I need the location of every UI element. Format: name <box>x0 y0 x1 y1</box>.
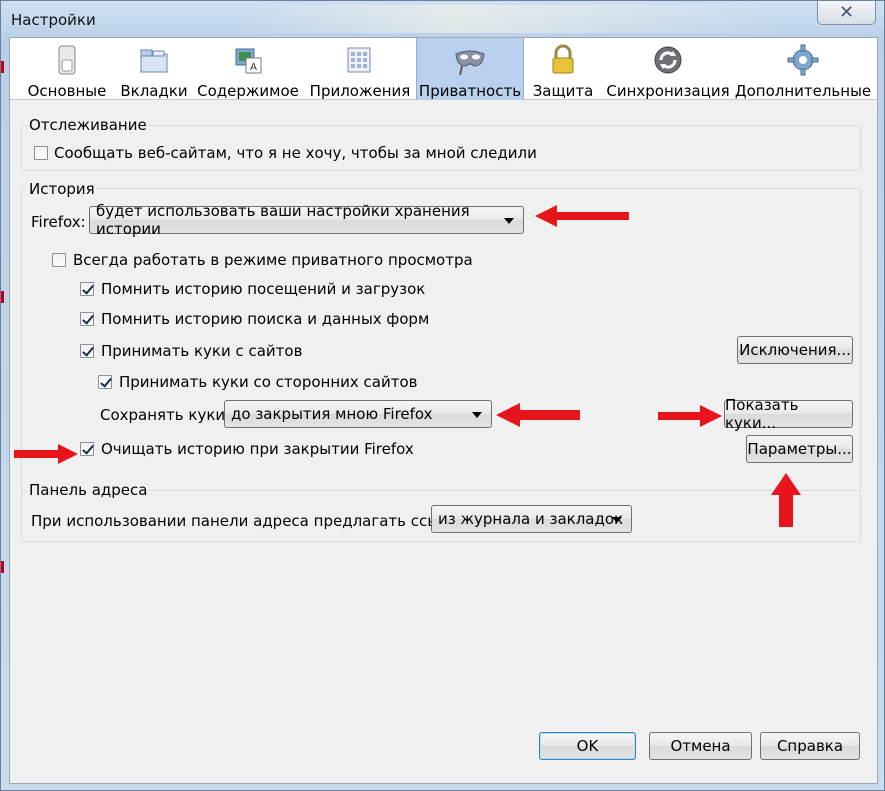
tab-label: Дополнительные <box>734 82 872 100</box>
suggest-select[interactable]: из журнала и закладок <box>431 505 632 533</box>
annotation-arrow-right <box>14 444 78 464</box>
tab-security[interactable]: Защита <box>530 38 596 100</box>
clear-on-close-label: Очищать историю при закрытии Firefox <box>101 440 414 458</box>
clear-on-close-checkbox[interactable] <box>80 442 94 456</box>
annotation-arrow-up <box>771 473 801 527</box>
firefox-label: Firefox: <box>31 213 86 231</box>
lock-icon <box>547 44 579 76</box>
chevron-down-icon <box>472 412 482 418</box>
history-group-title: История <box>27 180 97 198</box>
dnt-label: Сообщать веб-сайтам, что я не хочу, чтоб… <box>54 144 537 162</box>
edge-artifact <box>1 291 4 303</box>
gear-icon <box>787 44 819 76</box>
annotation-arrow-right <box>658 405 722 427</box>
window-title: Настройки <box>11 11 96 29</box>
tab-general[interactable]: Основные <box>22 38 112 100</box>
tab-privacy[interactable]: Приватность <box>416 38 524 100</box>
preferences-toolbar: Основные Вкладки A Содержимое Приложения… <box>10 38 877 100</box>
tab-advanced[interactable]: Дополнительные <box>734 38 872 100</box>
accept-cookies-checkbox[interactable] <box>80 344 94 358</box>
tab-sync[interactable]: Синхронизация <box>606 38 730 100</box>
remember-browsing-checkbox[interactable] <box>80 282 94 296</box>
history-mode-value: будет использовать ваши настройки хранен… <box>96 202 470 238</box>
suggest-value: из журнала и закладок <box>438 510 624 528</box>
keep-cookies-value: до закрытия мною Firefox <box>231 405 433 423</box>
remember-search-label: Помнить историю поиска и данных форм <box>101 310 430 328</box>
tabs-icon <box>138 44 170 76</box>
accept-cookies-label: Принимать куки с сайтов <box>101 342 303 360</box>
content-icon: A <box>232 44 264 76</box>
tab-label: Вкладки <box>120 82 188 100</box>
edge-artifact <box>1 61 4 73</box>
history-mode-select[interactable]: будет использовать ваши настройки хранен… <box>89 202 524 238</box>
tab-label: Защита <box>532 82 594 100</box>
show-cookies-button[interactable]: Показать куки... <box>724 396 853 432</box>
chevron-down-icon <box>612 517 622 523</box>
keep-cookies-select[interactable]: до закрытия мною Firefox <box>224 400 492 428</box>
mask-icon <box>454 44 486 76</box>
annotation-arrow-left <box>535 205 629 227</box>
dialog-client-area: Основные Вкладки A Содержимое Приложения… <box>9 37 878 784</box>
close-button[interactable]: ✕ <box>817 1 876 25</box>
exceptions-button[interactable]: Исключения... <box>737 336 853 364</box>
private-mode-label: Всегда работать в режиме приватного прос… <box>73 251 473 269</box>
applications-icon <box>344 44 376 76</box>
remember-search-checkbox[interactable] <box>80 312 94 326</box>
tab-label: Приватность <box>418 82 522 100</box>
private-mode-checkbox[interactable] <box>52 253 66 267</box>
svg-text:A: A <box>250 62 257 73</box>
tab-label: Синхронизация <box>606 82 730 100</box>
annotation-arrow-left <box>496 403 580 427</box>
edge-artifact <box>1 561 4 573</box>
dnt-checkbox[interactable] <box>34 146 48 160</box>
keep-cookies-label: Сохранять куки: <box>100 406 231 424</box>
chevron-down-icon <box>504 218 514 224</box>
switch-icon <box>51 44 83 76</box>
third-party-cookies-label: Принимать куки со сторонних сайтов <box>119 373 418 391</box>
title-bar: Настройки ✕ <box>1 1 884 37</box>
settings-window: Настройки ✕ Основные Вкладки A Содержимо… <box>0 0 885 791</box>
ok-button[interactable]: OK <box>539 732 636 760</box>
tab-label: Приложения <box>309 82 411 100</box>
help-button[interactable]: Справка <box>760 732 860 760</box>
tab-label: Основные <box>27 82 107 100</box>
sync-icon <box>652 44 684 76</box>
tab-content[interactable]: A Содержимое <box>196 38 300 100</box>
tab-label: Содержимое <box>197 82 299 100</box>
background-window-blur <box>231 5 791 33</box>
close-icon: ✕ <box>838 2 855 23</box>
clear-settings-button[interactable]: Параметры... <box>746 435 853 463</box>
cancel-button[interactable]: Отмена <box>649 732 752 760</box>
tab-tabs[interactable]: Вкладки <box>118 38 190 100</box>
tracking-group-title: Отслеживание <box>27 116 149 134</box>
suggest-label: При использовании панели адреса предлага… <box>31 512 473 530</box>
remember-browsing-label: Помнить историю посещений и загрузок <box>101 280 426 298</box>
third-party-cookies-checkbox[interactable] <box>98 375 112 389</box>
tab-applications[interactable]: Приложения <box>308 38 412 100</box>
address-bar-group-title: Панель адреса <box>27 481 150 499</box>
